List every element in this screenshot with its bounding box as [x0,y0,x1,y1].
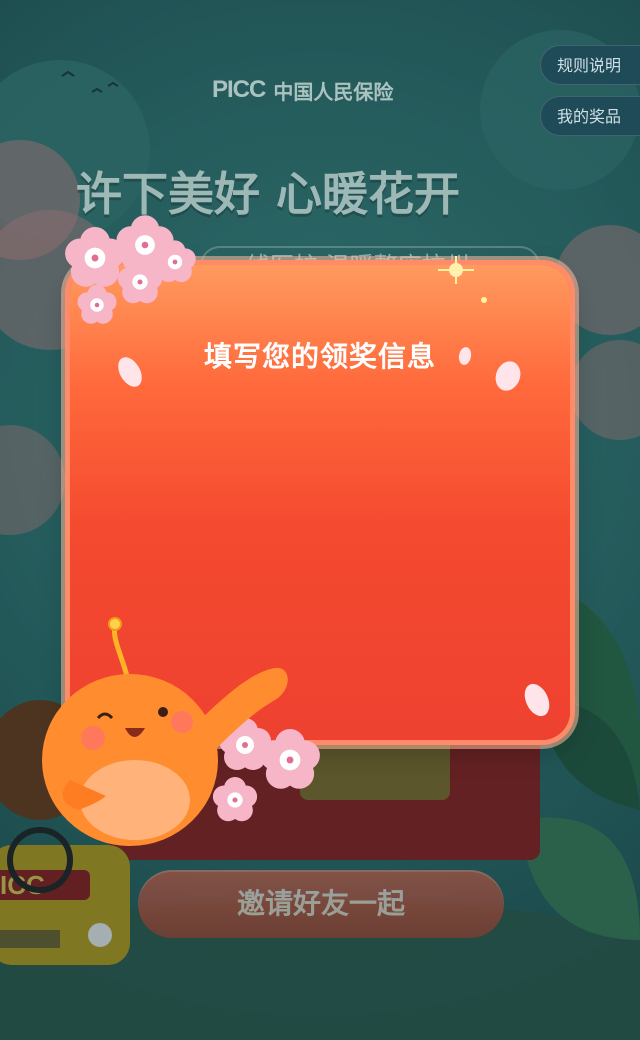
banner-title: 许下美好 心暖花开 [76,167,461,221]
invite-friends-button[interactable]: 邀请好友一起 [138,870,504,938]
logo-text: 中国人民保险 [273,79,394,104]
rules-button[interactable]: 规则说明 [540,45,640,85]
logo-mark: PICC [212,76,266,103]
prizes-button[interactable]: 我的奖品 [540,96,640,136]
prize-info-modal: 填写您的领奖信息 [70,265,570,740]
modal-title: 填写您的领奖信息 [203,340,436,373]
brand-logo: PICC 中国人民保险 [212,74,393,106]
